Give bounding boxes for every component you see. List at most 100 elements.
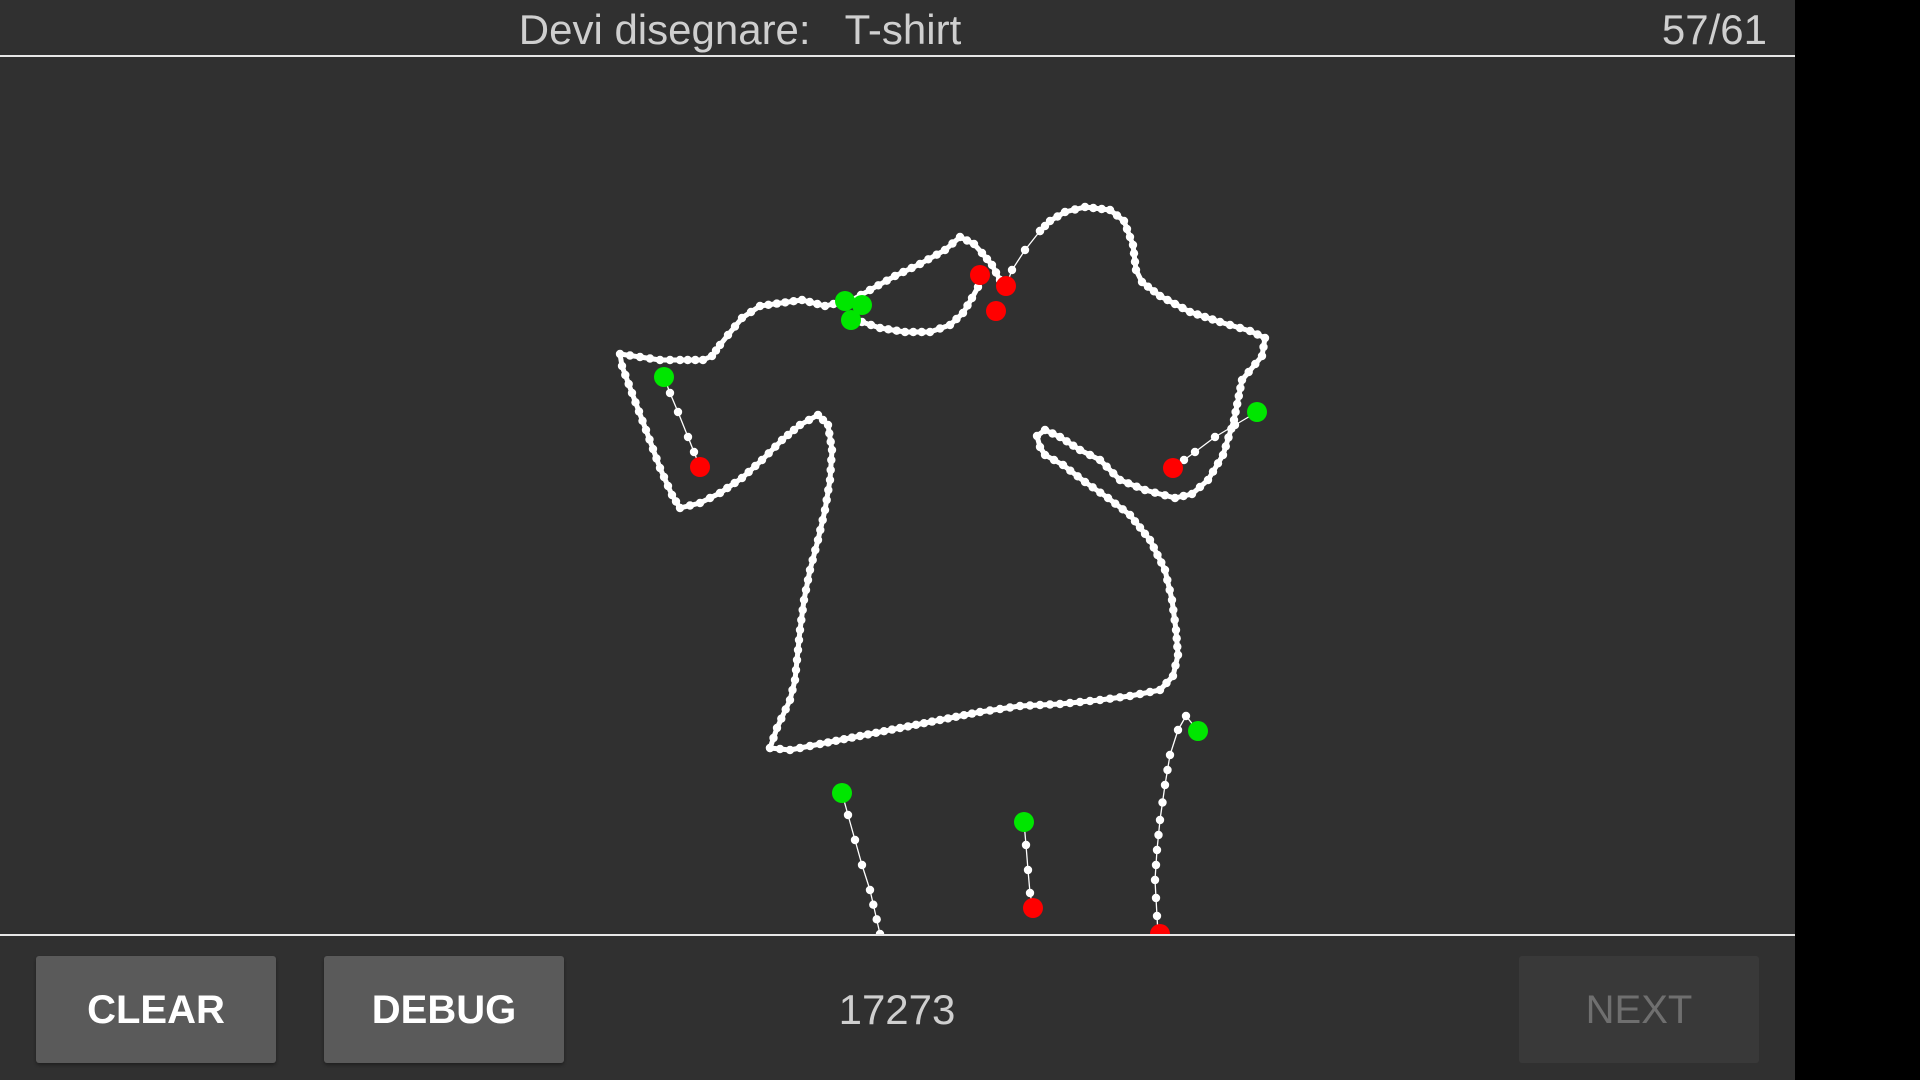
stroke-point [775,744,785,754]
stroke-point [826,437,835,446]
stroke-line [1154,715,1199,934]
stroke-point [825,429,834,438]
stroke-point [820,301,830,311]
stroke-point [1129,249,1139,258]
stroke-point [1045,700,1055,709]
stroke-point [892,326,901,335]
stroke-point [1105,205,1115,215]
stroke-point [1165,750,1175,760]
stroke-point [785,745,795,755]
stroke-point [683,432,693,442]
stroke-end-marker [970,265,990,285]
stroke-point [804,415,814,425]
stroke-start-marker [832,783,852,803]
stroke-point [1152,911,1162,921]
stroke-point [959,711,969,720]
stroke-point [822,495,831,505]
clear-button[interactable]: CLEAR [36,956,276,1063]
stroke-point [1115,475,1125,485]
stroke-body-bottom [765,202,1270,755]
stroke-point [1173,725,1183,735]
stroke-point [1049,455,1059,465]
stroke-point [1218,450,1228,460]
stroke-point [1185,307,1195,317]
stroke-point [755,301,765,311]
stroke-point [948,239,957,248]
stroke-end-marker [1023,898,1043,918]
stroke-point [781,705,790,714]
debug-button[interactable]: DEBUG [324,956,564,1063]
stroke-point [824,485,833,495]
stroke-point [917,327,926,337]
next-button[interactable]: NEXT [1519,956,1759,1063]
stroke-point [1210,432,1220,442]
stroke-point [825,475,835,485]
stroke-point [617,361,627,371]
stroke-point [1080,202,1090,212]
header-bar: Devi disegnare: T-shirt 57/61 [0,0,1795,57]
stroke-point [1208,315,1217,324]
stroke-point [648,444,658,454]
stroke-point [995,704,1005,714]
stroke-point [1150,488,1160,497]
stroke-point [645,435,654,444]
stroke-point [899,267,908,277]
sketch-svg[interactable] [0,59,1795,934]
stroke-point [831,736,841,745]
stroke-point [1234,391,1244,401]
stroke-point [935,715,945,725]
stroke-point [1023,865,1033,875]
stroke-point [1162,678,1171,688]
stroke-point [1021,840,1031,850]
stroke-point [1154,830,1163,840]
stroke-point [871,728,881,737]
stroke-point [903,722,913,731]
stroke-point [1109,469,1118,478]
stroke-point [1181,711,1191,721]
stroke-point [991,268,1001,277]
stroke-point [1260,333,1270,343]
stroke-point [615,349,625,359]
stroke-point [689,447,699,457]
stroke-point [951,712,961,721]
stroke-point [1150,875,1160,885]
stroke-point [1131,265,1141,275]
stroke-point [652,454,661,463]
stroke-point [958,308,968,318]
stroke-point [815,739,825,749]
prompt-label: Devi disegnare: [518,6,811,53]
stroke-point [772,723,782,733]
stroke-point [799,595,809,605]
stroke-point [866,320,876,330]
stroke-point [723,483,732,493]
stroke-point [823,738,833,747]
stroke-point [764,300,773,309]
stroke-point [1080,477,1090,487]
stroke-point [1058,460,1068,470]
stroke-point [1179,491,1188,501]
stroke-point [771,442,780,451]
stroke-point [777,714,786,723]
stroke-line [617,297,845,751]
stroke-point [663,481,673,491]
drawing-canvas[interactable] [0,59,1795,934]
stroke-point [1215,317,1225,327]
stroke-point [1163,295,1172,305]
stroke-point [715,488,725,498]
stroke-point [1032,431,1042,441]
stroke-point [1095,695,1105,705]
stroke-point [1015,701,1025,711]
stroke-point [1170,615,1179,625]
stroke-point [963,301,972,310]
stroke-point [790,675,800,685]
stroke-point [723,330,733,340]
stroke-point [932,250,941,259]
stroke-point [1237,375,1247,385]
stroke-point [1235,323,1245,333]
stroke-point [808,555,817,565]
stroke-point [1151,860,1161,870]
stroke-point [1203,475,1213,485]
stroke-point [751,461,760,471]
stroke-point [795,420,805,430]
stroke-point [1163,765,1172,775]
